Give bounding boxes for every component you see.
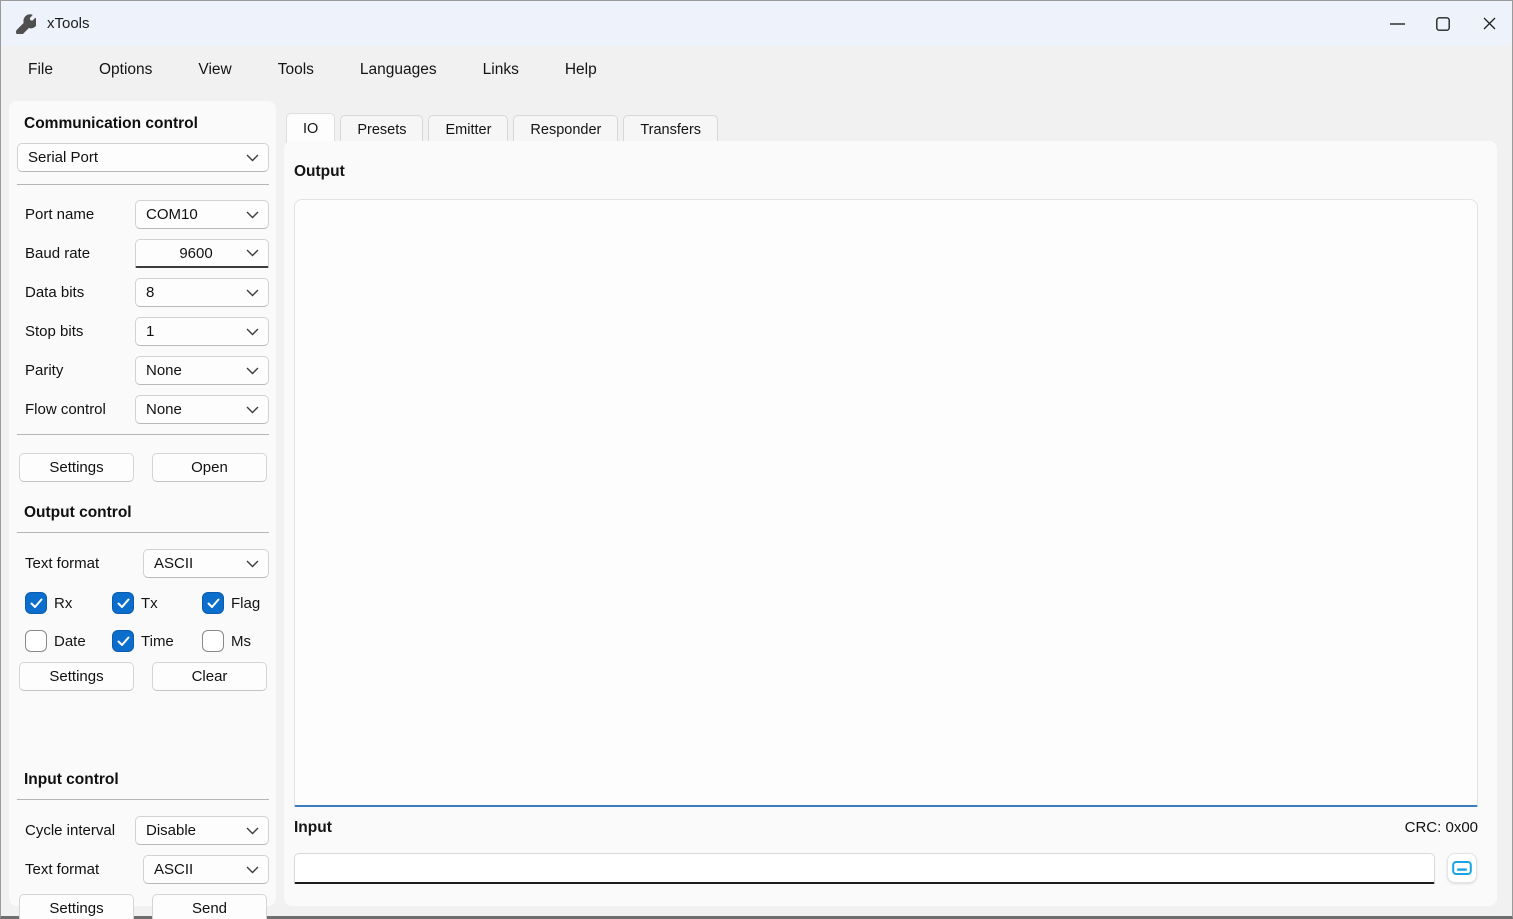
menu-view[interactable]: View [183, 55, 246, 85]
wrench-app-icon [15, 13, 37, 35]
menu-tools[interactable]: Tools [263, 55, 329, 85]
tx-checkbox-item[interactable]: Tx [112, 592, 202, 614]
stop-bits-row: Stop bits 1 [17, 317, 269, 346]
chevron-down-icon [246, 211, 259, 219]
input-control-title: Input control [24, 771, 270, 789]
tab-transfers[interactable]: Transfers [623, 115, 718, 143]
text-field-icon [1452, 860, 1472, 876]
check-icon [207, 598, 220, 609]
separator [17, 532, 269, 533]
titlebar: xTools [1, 1, 1512, 46]
close-button[interactable] [1466, 1, 1512, 46]
tab-responder[interactable]: Responder [513, 115, 618, 143]
link-type-select[interactable]: Serial Port [17, 143, 269, 172]
output-textarea[interactable] [294, 199, 1478, 807]
input-format-button[interactable] [1447, 853, 1477, 883]
time-checkbox[interactable] [112, 630, 134, 652]
input-text-format-row: Text format ASCII [17, 855, 269, 884]
separator [17, 434, 269, 435]
flow-control-row: Flow control None [17, 395, 269, 424]
chevron-down-icon [246, 328, 259, 336]
parity-select[interactable]: None [135, 356, 269, 385]
window-title: xTools [47, 15, 90, 32]
app-window: xTools File Options View Tools Languages… [0, 0, 1513, 919]
separator [17, 184, 269, 185]
menu-help[interactable]: Help [550, 55, 612, 85]
input-text-format-select[interactable]: ASCII [143, 855, 269, 884]
menu-links[interactable]: Links [468, 55, 534, 85]
close-icon [1483, 17, 1496, 30]
menu-file[interactable]: File [13, 55, 68, 85]
cycle-interval-row: Cycle interval Disable [17, 816, 269, 845]
tab-io[interactable]: IO [286, 113, 335, 143]
date-checkbox[interactable] [25, 630, 47, 652]
chevron-down-icon [246, 154, 259, 162]
chevron-down-icon [246, 289, 259, 297]
stop-bits-select[interactable]: 1 [135, 317, 269, 346]
chevron-down-icon [246, 827, 259, 835]
data-bits-select[interactable]: 8 [135, 278, 269, 307]
ms-checkbox[interactable] [202, 630, 224, 652]
cycle-interval-select[interactable]: Disable [135, 816, 269, 845]
separator [17, 799, 269, 800]
check-icon [117, 598, 130, 609]
baud-rate-combobox[interactable]: 9600 [135, 239, 269, 268]
minimize-icon [1390, 23, 1405, 25]
output-text-format-row: Text format ASCII [17, 549, 269, 578]
check-icon [117, 636, 130, 647]
tab-emitter[interactable]: Emitter [428, 115, 508, 143]
parity-row: Parity None [17, 356, 269, 385]
input-send-button[interactable]: Send [152, 894, 267, 919]
tabbar: IO Presets Emitter Responder Transfers [286, 113, 723, 143]
comm-open-button[interactable]: Open [152, 453, 267, 482]
chevron-down-icon [246, 866, 259, 874]
data-bits-row: Data bits 8 [17, 278, 269, 307]
flag-checkbox[interactable] [202, 592, 224, 614]
menu-options[interactable]: Options [84, 55, 167, 85]
ms-checkbox-item[interactable]: Ms [202, 630, 251, 652]
crc-value: CRC: 0x00 [1405, 819, 1478, 836]
tx-checkbox[interactable] [112, 592, 134, 614]
output-section-title: Output [294, 163, 345, 181]
communication-control-title: Communication control [24, 115, 270, 133]
input-section-title: Input [294, 819, 332, 837]
maximize-button[interactable] [1420, 1, 1466, 46]
output-clear-button[interactable]: Clear [152, 662, 267, 691]
minimize-button[interactable] [1374, 1, 1420, 46]
output-settings-button[interactable]: Settings [19, 662, 134, 691]
send-input-field[interactable] [294, 853, 1435, 884]
flow-control-select[interactable]: None [135, 395, 269, 424]
sidebar: Communication control Serial Port Port n… [9, 101, 276, 906]
check-icon [30, 598, 43, 609]
chevron-down-icon [246, 249, 259, 257]
flag-checkbox-item[interactable]: Flag [202, 592, 260, 614]
output-text-format-select[interactable]: ASCII [143, 549, 269, 578]
port-name-select[interactable]: COM10 [135, 200, 269, 229]
time-checkbox-item[interactable]: Time [112, 630, 202, 652]
tab-presets[interactable]: Presets [340, 115, 423, 143]
chevron-down-icon [246, 560, 259, 568]
input-settings-button[interactable]: Settings [19, 894, 134, 919]
rx-checkbox-item[interactable]: Rx [25, 592, 112, 614]
port-name-row: Port name COM10 [17, 200, 269, 229]
chevron-down-icon [246, 367, 259, 375]
baud-rate-row: Baud rate 9600 [17, 239, 269, 268]
rx-checkbox[interactable] [25, 592, 47, 614]
date-checkbox-item[interactable]: Date [25, 630, 112, 652]
chevron-down-icon [246, 406, 259, 414]
maximize-icon [1436, 17, 1450, 31]
comm-settings-button[interactable]: Settings [19, 453, 134, 482]
menu-languages[interactable]: Languages [345, 55, 452, 85]
io-tab-panel: Output Input CRC: 0x00 [284, 141, 1497, 906]
menubar: File Options View Tools Languages Links … [1, 46, 1512, 94]
output-control-title: Output control [24, 504, 270, 522]
